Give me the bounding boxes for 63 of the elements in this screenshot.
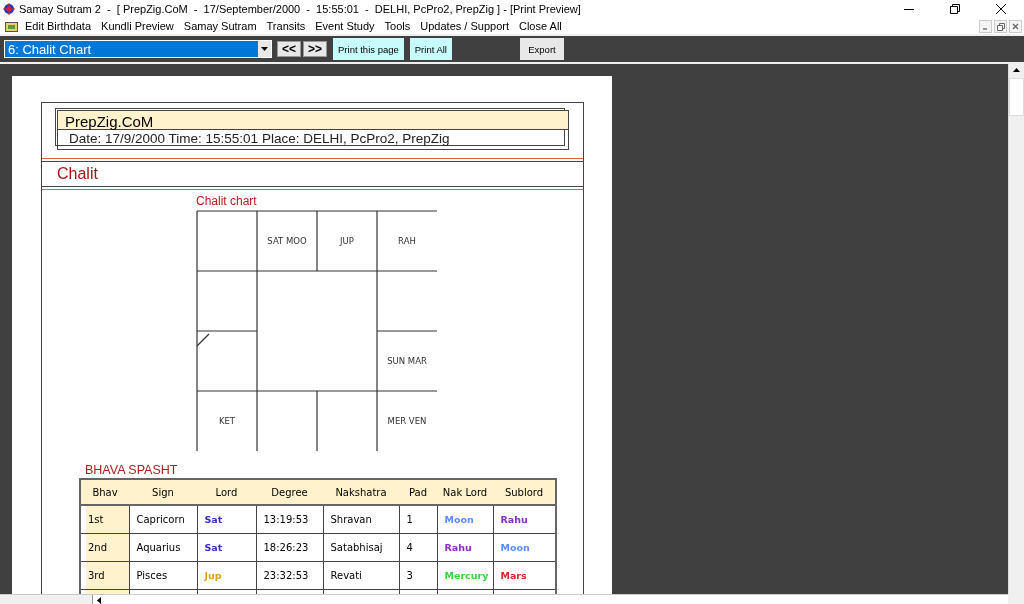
table-cell: 3rd bbox=[80, 561, 129, 590]
table-cell: Pisces bbox=[129, 561, 197, 590]
table-cell: Rahu bbox=[437, 533, 493, 562]
table-cell: 13:19:53 bbox=[256, 505, 323, 534]
folder-icon[interactable] bbox=[5, 20, 18, 32]
scroll-up-icon[interactable] bbox=[1013, 68, 1020, 72]
chart-title: Chalit chart bbox=[196, 194, 257, 208]
app-icon bbox=[3, 3, 15, 15]
column-header: Nakshatra bbox=[323, 479, 399, 505]
menu-item[interactable]: Samay Sutram bbox=[178, 20, 262, 32]
scroll-left-icon[interactable] bbox=[97, 597, 101, 604]
vertical-scrollbar[interactable] bbox=[1008, 64, 1024, 594]
brand-title: PrepZig.CoM bbox=[58, 111, 568, 130]
planet-label: MER VEN bbox=[387, 416, 427, 426]
table-cell: Sat bbox=[197, 533, 256, 562]
table-cell: 18:26:23 bbox=[256, 533, 323, 562]
previous-page-button[interactable]: << bbox=[277, 41, 301, 57]
table-cell: 1 bbox=[399, 505, 437, 534]
export-button[interactable]: Export bbox=[520, 38, 564, 60]
planet-label: RAH bbox=[398, 236, 416, 246]
planet-label: SAT MOO bbox=[267, 236, 307, 246]
next-page-button[interactable]: >> bbox=[303, 41, 328, 57]
column-header: Sublord bbox=[493, 479, 556, 505]
window-title: Samay Sutram 2 - [ PrepZig.CoM - 17/September/2000 - 15:55:01 - DELHI, PcPro2, PrepZig ] - [Print Preview] bbox=[19, 3, 581, 15]
menu-item[interactable]: Kundli Preview bbox=[96, 20, 179, 32]
scroll-thumb[interactable] bbox=[0, 595, 93, 604]
column-header: Degree bbox=[256, 479, 323, 505]
planet-label: SUN MAR bbox=[387, 356, 427, 366]
table-cell: Mercury bbox=[437, 561, 493, 590]
table-cell: Shravan bbox=[323, 505, 399, 534]
table-cell: 3 bbox=[399, 561, 437, 590]
column-header: Lord bbox=[197, 479, 256, 505]
close-icon[interactable] bbox=[996, 4, 1006, 14]
table-cell: 4 bbox=[399, 533, 437, 562]
print-all-button[interactable]: Print All bbox=[409, 38, 452, 60]
planet-label: KET bbox=[218, 416, 236, 426]
menu-item[interactable]: Transits bbox=[261, 20, 311, 32]
table-title: BHAVA SPASHT bbox=[85, 462, 178, 478]
column-header: Bhav bbox=[80, 479, 129, 505]
table-cell: Revati bbox=[323, 561, 399, 590]
menu-item[interactable]: Updates / Support bbox=[415, 20, 514, 32]
print-page-button[interactable]: Print this page bbox=[333, 38, 404, 60]
table-cell: Sat bbox=[197, 505, 256, 534]
table-cell: Aquarius bbox=[129, 533, 197, 562]
restore-icon[interactable] bbox=[950, 4, 960, 14]
table-cell: 23:32:53 bbox=[256, 561, 323, 590]
table-cell: Moon bbox=[437, 505, 493, 534]
menu-item[interactable]: Tools bbox=[379, 20, 416, 32]
table-cell: Satabhisaj bbox=[323, 533, 399, 562]
menu-item[interactable]: Close All bbox=[513, 20, 567, 32]
table-cell: Capricorn bbox=[129, 505, 197, 534]
planet-label: JUP bbox=[340, 236, 354, 246]
page-dropdown[interactable]: 6: Chalit Chart bbox=[4, 40, 272, 58]
section-title: Chalit bbox=[56, 164, 99, 184]
table-cell: Jup bbox=[197, 561, 256, 590]
table-cell: 1st bbox=[80, 505, 129, 534]
table-cell: 2nd bbox=[80, 533, 129, 562]
column-header: Nak Lord bbox=[437, 479, 493, 505]
menu-item[interactable]: Edit Birthdata bbox=[20, 20, 97, 32]
column-header: Sign bbox=[129, 479, 197, 505]
column-header: Pad bbox=[399, 479, 437, 505]
menu-item[interactable]: Event Study bbox=[310, 20, 380, 32]
birth-details: Date: 17/9/2000 Time: 15:55:01 Place: DELHI, PcPro2, PrepZig bbox=[68, 130, 451, 147]
